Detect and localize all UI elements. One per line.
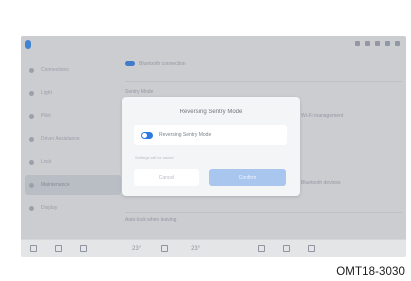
fan-icon[interactable]	[161, 245, 169, 252]
option-label: Reversing Sentry Mode	[159, 132, 212, 138]
sentry-option-card[interactable]: Reversing Sentry Mode	[134, 125, 287, 145]
phone-icon[interactable]	[80, 245, 87, 252]
dialog-note: Settings will be saved	[135, 155, 174, 160]
left-temperature[interactable]: 23°	[132, 246, 141, 252]
dialog-title: Reversing Sentry Mode	[179, 109, 243, 115]
volume-icon[interactable]	[283, 245, 291, 252]
cancel-button[interactable]: Cancel	[134, 169, 199, 186]
reversing-sentry-dialog: Reversing Sentry Mode Reversing Sentry M…	[122, 97, 300, 196]
figure-caption: OMT18-3030	[336, 266, 405, 278]
sentry-toggle-switch[interactable]	[141, 131, 153, 139]
climate-bar: 23° 23°	[21, 239, 406, 257]
settings-icon[interactable]	[308, 245, 316, 252]
right-temperature[interactable]: 23°	[191, 246, 200, 252]
vehicle-display: Connections Light Pilot Driver Assistanc…	[21, 36, 406, 257]
seat-heat-icon[interactable]	[258, 245, 266, 252]
home-icon[interactable]	[30, 245, 37, 252]
confirm-button[interactable]: Confirm	[209, 169, 286, 186]
menu-icon[interactable]	[55, 245, 62, 252]
